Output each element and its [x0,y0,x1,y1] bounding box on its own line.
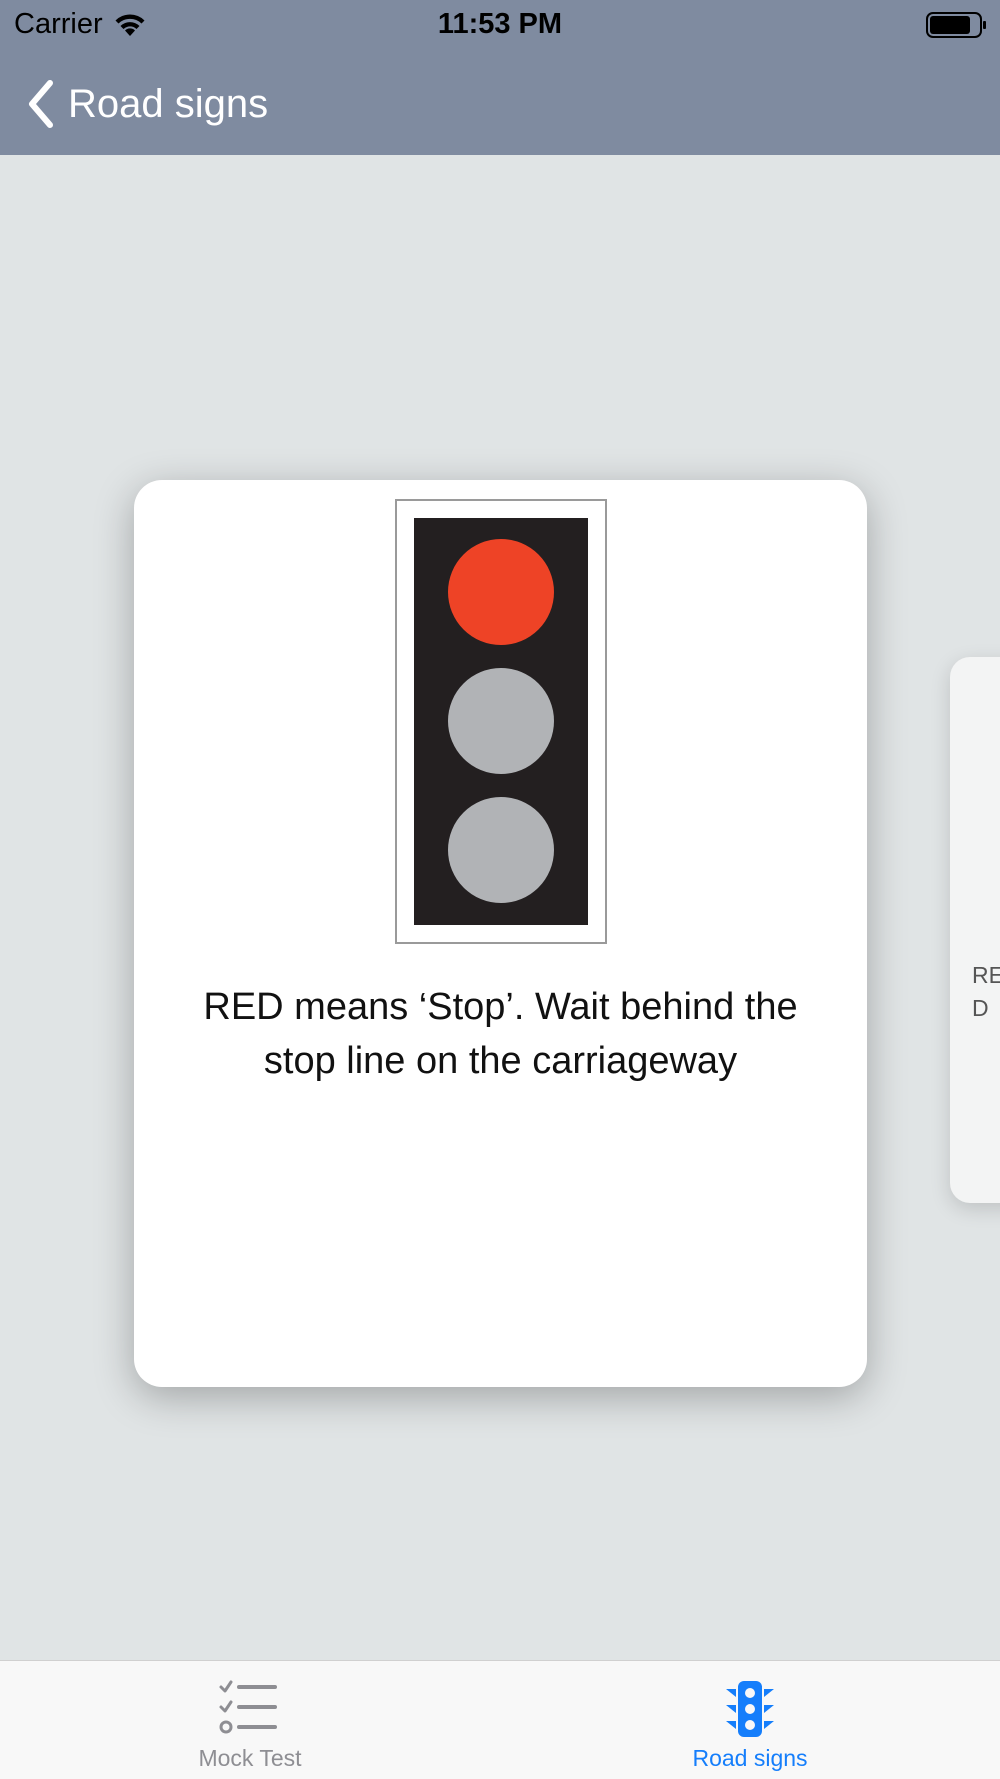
green-light-off [448,797,554,903]
back-button[interactable]: Road signs [26,74,268,134]
next-sign-card[interactable]: RE D [950,657,1000,1203]
traffic-light-icon [726,1681,774,1737]
status-bar: Carrier 11:53 PM [0,0,1000,50]
tab-mock-test-label: Mock Test [198,1745,302,1771]
status-time: 11:53 PM [437,8,563,40]
sign-caption: RED means ‘Stop’. Wait behind the stop l… [203,986,798,1082]
tab-road-signs[interactable]: Road signs [500,1661,1000,1779]
header: Carrier 11:53 PM Road signs [0,0,1000,155]
sign-card[interactable]: RED means ‘Stop’. Wait behind the stop l… [134,480,867,1387]
traffic-light-red-icon [395,499,607,944]
back-button-label: Road signs [68,81,269,126]
battery-icon [926,12,986,38]
tab-road-signs-label: Road signs [692,1745,808,1771]
tab-bar: Mock Test Road signs [0,1660,1000,1779]
navigation-bar: Road signs [0,60,1000,150]
road-signs-carousel[interactable]: RED means ‘Stop’. Wait behind the stop l… [0,155,1000,1660]
amber-light-off [448,668,554,774]
tab-mock-test[interactable]: Mock Test [0,1661,500,1779]
next-sign-caption: RE D [972,962,1000,1021]
chevron-left-icon [29,80,53,128]
checklist-icon [219,1680,277,1734]
red-light [448,539,554,645]
